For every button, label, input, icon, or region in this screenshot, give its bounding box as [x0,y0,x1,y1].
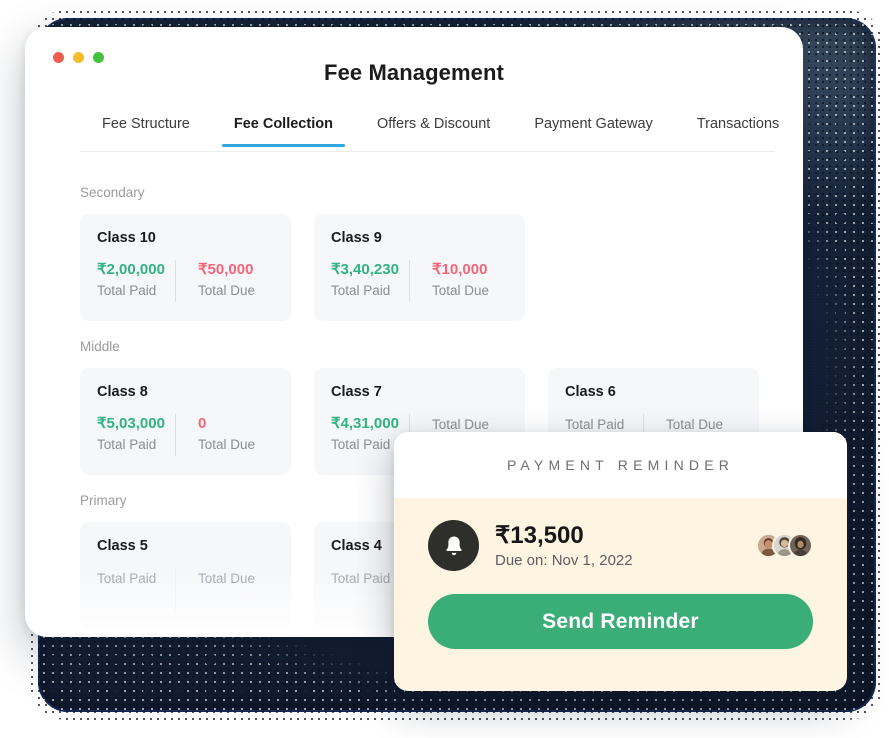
tab-transactions[interactable]: Transactions [675,112,801,146]
metric-divider [175,414,176,456]
metric-divider [175,260,176,302]
metric-total-due: Total Due [178,568,274,586]
tab-bar: Fee Structure Fee Collection Offers & Di… [80,112,779,152]
metric-total-paid: Total Paid [565,414,641,432]
metric-total-paid: ₹3,40,230 Total Paid [331,260,407,298]
tab-fee-collection[interactable]: Fee Collection [212,112,355,147]
class-card-class-9[interactable]: Class 9 ₹3,40,230 Total Paid ₹10,000 Tot… [314,214,525,321]
payment-amount: ₹13,500 [495,522,584,550]
metric-due-label: Total Due [666,417,724,432]
metric-paid-label: Total Paid [97,436,157,452]
student-avatar-group[interactable] [756,533,813,558]
metric-paid-value: ₹2,00,000 [97,261,165,278]
payment-reminder-card: PAYMENT REMINDER ₹13,500 Due on: Nov 1, … [394,432,847,691]
metric-total-due: ₹50,000 Total Due [178,260,274,298]
page-title: Fee Management [324,60,504,85]
metric-due-label: Total Due [432,282,490,298]
class-card-class-10[interactable]: Class 10 ₹2,00,000 Total Paid ₹50,000 To… [80,214,291,321]
metric-total-due: Total Due [412,414,508,432]
metric-due-value: ₹50,000 [198,261,254,278]
metric-due-label: Total Due [198,436,256,452]
metric-due-label: Total Due [198,282,256,298]
metric-due-label: Total Due [198,571,256,586]
tab-offers-discount[interactable]: Offers & Discount [355,112,512,146]
payment-reminder-title: PAYMENT REMINDER [506,457,735,473]
metric-paid-label: Total Paid [97,571,157,586]
payment-reminder-header: PAYMENT REMINDER [394,432,847,498]
metric-total-due: Total Due [646,414,742,432]
metric-divider [175,568,176,610]
payment-amount-block: ₹13,500 Due on: Nov 1, 2022 [495,522,756,569]
class-card-metrics: ₹3,40,230 Total Paid ₹10,000 Total Due [331,260,508,302]
metric-total-paid: ₹2,00,000 Total Paid [97,260,173,298]
payment-reminder-summary-row: ₹13,500 Due on: Nov 1, 2022 [428,520,813,571]
metric-due-value: ₹10,000 [432,261,488,278]
payment-reminder-body: ₹13,500 Due on: Nov 1, 2022 Send Reminde… [394,498,847,649]
metric-paid-value: ₹4,31,000 [331,415,399,432]
metric-total-paid: ₹5,03,000 Total Paid [97,414,173,452]
class-card-title: Class 7 [331,384,382,400]
tab-payment-gateway[interactable]: Payment Gateway [512,112,674,146]
class-card-class-5[interactable]: Class 5 Total Paid Total Due [80,522,291,629]
screenshot-root: Fee Management Fee Structure Fee Collect… [0,0,889,738]
class-card-metrics: ₹2,00,000 Total Paid ₹50,000 Total Due [97,260,274,302]
avatar [788,533,813,558]
class-card-metrics: Total Paid Total Due [97,568,274,610]
bell-icon [428,520,479,571]
tab-fee-structure[interactable]: Fee Structure [80,112,212,146]
metric-paid-label: Total Paid [97,282,157,298]
metric-due-label: Total Due [432,417,490,432]
metric-due-value: 0 [198,415,207,432]
section-secondary: Secondary Class 10 ₹2,00,000 Total Paid … [80,185,775,321]
metric-divider [409,260,410,302]
class-card-list-secondary: Class 10 ₹2,00,000 Total Paid ₹50,000 To… [80,214,775,321]
metric-paid-label: Total Paid [565,417,625,432]
metric-paid-value: ₹3,40,230 [331,261,399,278]
class-card-class-8[interactable]: Class 8 ₹5,03,000 Total Paid 0 Total Due [80,368,291,475]
class-card-title: Class 9 [331,230,382,246]
section-title-middle: Middle [80,339,120,354]
payment-due-date: Due on: Nov 1, 2022 [495,551,633,569]
metric-paid-value: ₹5,03,000 [97,415,165,432]
class-card-title: Class 10 [97,230,156,246]
class-card-title: Class 8 [97,384,148,400]
class-card-metrics: ₹5,03,000 Total Paid 0 Total Due [97,414,274,456]
metric-total-due: ₹10,000 Total Due [412,260,508,298]
metric-total-paid: Total Paid [97,568,173,586]
class-card-title: Class 5 [97,538,148,554]
metric-paid-label: Total Paid [331,282,391,298]
section-title-secondary: Secondary [80,185,145,200]
send-reminder-button[interactable]: Send Reminder [428,594,813,649]
class-card-title: Class 6 [565,384,616,400]
metric-total-due: 0 Total Due [178,414,274,452]
